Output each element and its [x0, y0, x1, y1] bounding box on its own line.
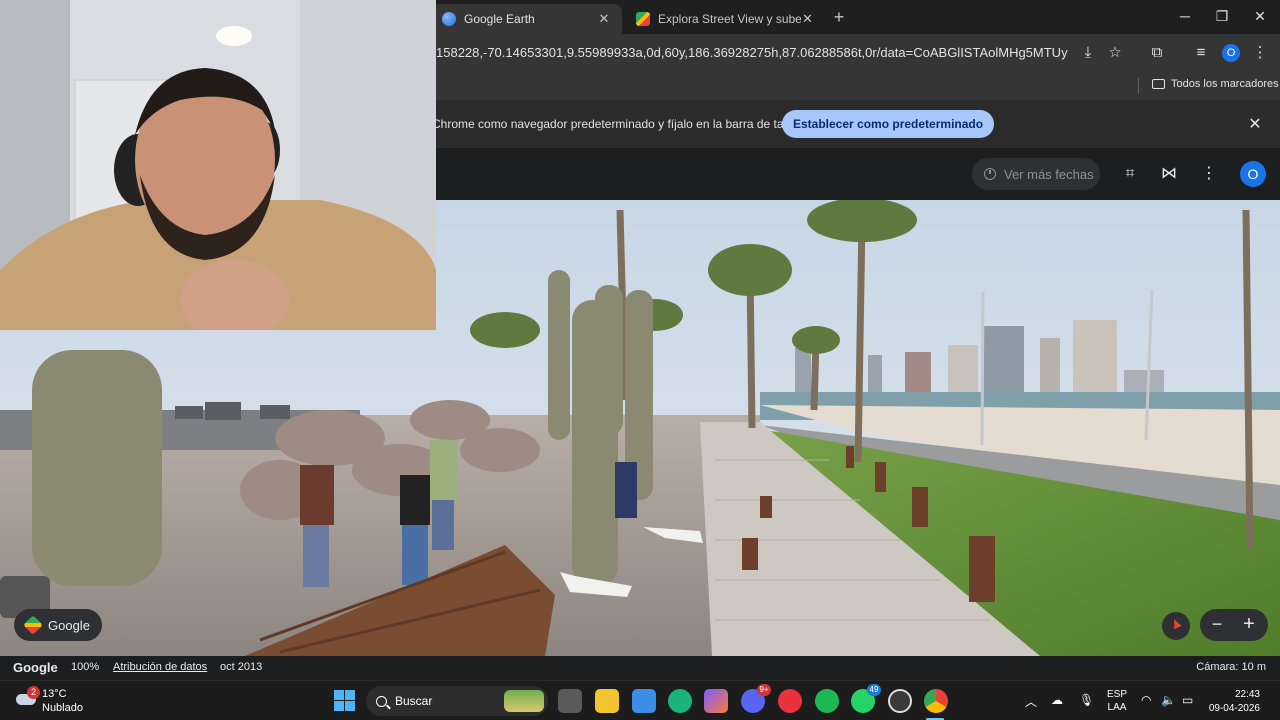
language-indicator[interactable]: ESP LAA	[1107, 688, 1127, 714]
google-logo: Google	[13, 660, 58, 675]
data-attribution-link[interactable]: Atribución de datos	[113, 661, 207, 673]
tab-label: Google Earth	[464, 12, 535, 26]
webcam-overlay	[0, 0, 436, 330]
weather-temperature: 13°C	[42, 688, 67, 700]
clock-time: 22:43	[1234, 689, 1260, 700]
bookmarks-separator	[1138, 78, 1139, 94]
volume-icon[interactable]: 🔈	[1161, 693, 1176, 707]
close-tab-icon[interactable]: ✕	[596, 11, 612, 27]
zoom-level: 100%	[71, 661, 100, 673]
extensions-icon[interactable]: ⧉	[1147, 43, 1167, 63]
search-icon	[376, 695, 387, 707]
language-code: ESP	[1107, 689, 1128, 700]
more-options-icon[interactable]: ⋮	[1197, 162, 1221, 186]
history-icon	[984, 168, 996, 180]
google-chip-label: Google	[48, 617, 90, 633]
whatsapp-icon[interactable]: 49	[851, 684, 881, 713]
camera-altitude: Cámara: 10 m	[1196, 661, 1266, 673]
microsoft-store-icon[interactable]	[632, 689, 656, 713]
tab-label: Explora Street View y sube tus p	[658, 12, 801, 26]
see-more-dates-button[interactable]: Ver más fechas	[972, 158, 1100, 190]
file-explorer-icon[interactable]	[595, 689, 619, 713]
chrome-icon[interactable]	[924, 689, 948, 713]
see-more-dates-label: Ver más fechas	[1004, 166, 1094, 182]
tray-chevron-icon[interactable]: ︿	[1025, 693, 1037, 710]
minimize-icon[interactable]: ─	[1170, 8, 1200, 24]
all-bookmarks-label: Todos los marcadores	[1171, 78, 1279, 90]
earth-status-bar: Google 100% Atribución de datos oct 2013…	[0, 656, 1280, 680]
screen: Google Earth ✕ Explora Street View y sub…	[0, 0, 1280, 720]
bookmark-star-icon[interactable]: ☆	[1105, 43, 1125, 63]
taskbar: 2 13°C Nublado Buscar 9+ 49 ︿ ☁ 🎙 ESP LA…	[0, 680, 1280, 720]
google-maps-icon	[23, 615, 43, 635]
street-view-icon	[636, 12, 650, 26]
system-clock[interactable]: 22:43 09-04-2026	[1209, 688, 1260, 716]
account-avatar[interactable]: O	[1240, 161, 1266, 187]
install-app-icon[interactable]: ⤓	[1078, 43, 1098, 63]
windows-start-icon[interactable]	[334, 690, 355, 711]
tab-street-view[interactable]: Explora Street View y sube tus p ✕	[626, 4, 824, 34]
zoom-in-button[interactable]: +	[1238, 613, 1260, 637]
zoom-out-button[interactable]: −	[1206, 613, 1228, 637]
google-earth-icon	[442, 12, 456, 26]
battery-icon[interactable]: ▭	[1182, 693, 1193, 707]
close-tab-icon[interactable]: ✕	[801, 11, 814, 27]
compass-icon[interactable]	[1162, 612, 1190, 640]
close-window-icon[interactable]: ✕	[1245, 8, 1275, 25]
folder-icon	[1152, 79, 1165, 89]
wifi-icon[interactable]: ◠	[1141, 693, 1151, 707]
copilot-icon[interactable]	[704, 689, 728, 713]
task-view-icon[interactable]	[558, 689, 582, 713]
set-default-button[interactable]: Establecer como predeterminado	[782, 110, 995, 138]
clock-date: 09-04-2026	[1208, 703, 1260, 714]
webcam-feed	[0, 0, 436, 330]
menu-kebab-icon[interactable]: ⋮	[1250, 43, 1270, 63]
tab-google-earth[interactable]: Google Earth ✕	[432, 4, 622, 34]
all-bookmarks-button[interactable]: Todos los marcadores	[1152, 78, 1279, 90]
capture-icon[interactable]: ⌗	[1118, 162, 1142, 186]
weather-badge: 2	[27, 686, 40, 699]
google-apps-chip[interactable]: Google	[14, 609, 102, 641]
microphone-icon[interactable]: 🎙	[1079, 693, 1094, 707]
whatsapp-badge: 49	[867, 684, 881, 696]
profile-avatar[interactable]: O	[1222, 44, 1240, 62]
discord-icon[interactable]: 9+	[741, 684, 771, 713]
discord-badge: 9+	[757, 684, 771, 696]
close-infobar-icon[interactable]: ✕	[1246, 114, 1264, 134]
ea-app-icon[interactable]	[778, 689, 802, 713]
clock-app-icon[interactable]	[888, 689, 912, 713]
new-tab-icon[interactable]: +	[830, 7, 848, 28]
share-icon[interactable]: ⋈	[1157, 162, 1181, 186]
maximize-icon[interactable]: ❐	[1207, 8, 1237, 25]
address-bar[interactable]: 158228,-70.14653301,9.55989933a,0d,60y,1…	[436, 45, 1068, 60]
keyboard-layout: LAA	[1107, 702, 1127, 713]
search-placeholder: Buscar	[395, 694, 433, 708]
media-control-icon[interactable]: ≡	[1191, 43, 1211, 63]
imagery-date: oct 2013	[220, 661, 263, 673]
edge-icon[interactable]	[668, 689, 692, 713]
taskbar-search[interactable]: Buscar	[366, 686, 548, 716]
weather-condition: Nublado	[42, 702, 83, 714]
infobar-message: Chrome como navegador predeterminado y f…	[432, 117, 807, 131]
onedrive-icon[interactable]: ☁	[1051, 693, 1063, 707]
spotify-icon[interactable]	[815, 689, 839, 713]
search-highlight-image	[504, 690, 544, 712]
zoom-control: − +	[1200, 609, 1268, 641]
